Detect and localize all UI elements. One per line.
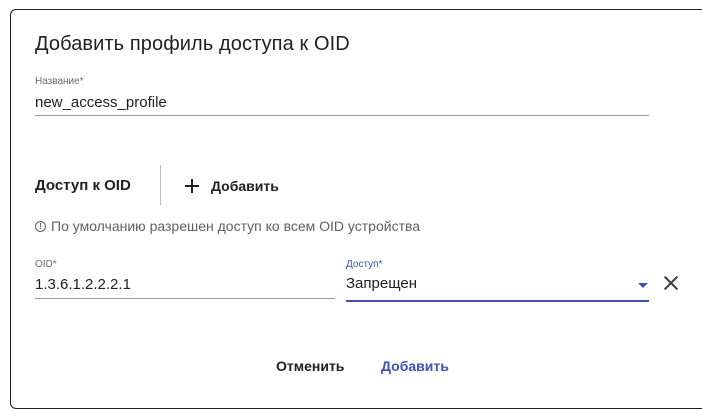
oid-section-title: Доступ к OID bbox=[35, 177, 131, 194]
dialog bbox=[10, 9, 702, 409]
access-select-underline bbox=[346, 300, 649, 302]
name-field-underline bbox=[35, 115, 649, 116]
default-access-hint: ! По умолчанию разрешен доступ ко всем O… bbox=[35, 218, 420, 234]
section-divider bbox=[160, 165, 161, 205]
add-oid-button[interactable]: Добавить bbox=[185, 172, 279, 200]
submit-button[interactable]: Добавить bbox=[381, 358, 449, 374]
hint-text: По умолчанию разрешен доступ ко всем OID… bbox=[51, 218, 421, 234]
plus-icon bbox=[185, 179, 199, 193]
cancel-button[interactable]: Отменить bbox=[276, 358, 344, 374]
dialog-title: Добавить профиль доступа к OID bbox=[35, 33, 350, 55]
oid-field-underline bbox=[35, 298, 335, 299]
caret-down-icon[interactable] bbox=[638, 283, 648, 288]
info-icon: ! bbox=[35, 220, 46, 232]
remove-oid-row-button[interactable] bbox=[660, 272, 682, 294]
add-oid-button-label: Добавить bbox=[211, 178, 279, 194]
access-select-label: Доступ* bbox=[346, 259, 383, 270]
oid-field-input[interactable]: 1.3.6.1.2.2.2.1 bbox=[35, 276, 131, 293]
access-select[interactable]: Запрещен bbox=[346, 275, 417, 292]
name-field-input[interactable]: new_access_profile bbox=[35, 94, 167, 111]
oid-field-label: OID* bbox=[35, 259, 57, 270]
name-field-label: Название* bbox=[35, 76, 84, 87]
